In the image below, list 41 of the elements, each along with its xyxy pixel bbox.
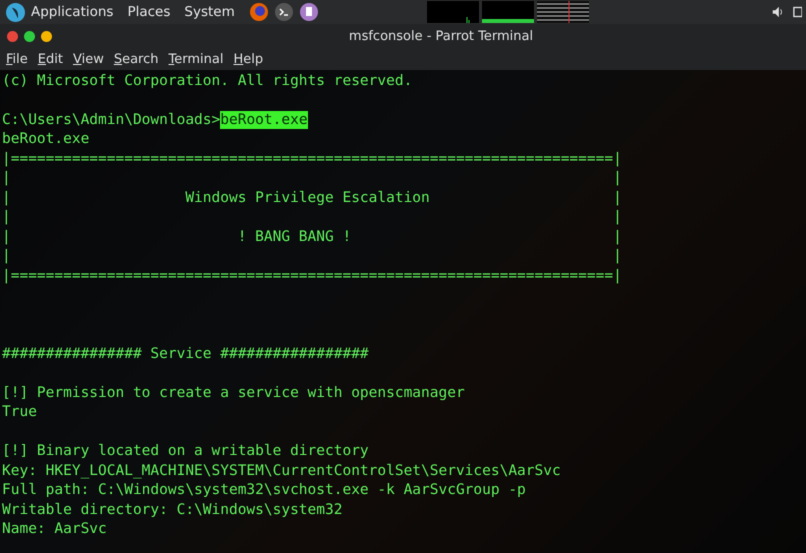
panel-menu[interactable]: System: [184, 4, 235, 20]
terminal-text: (c) Microsoft Corporation. All rights reserved.: [2, 72, 412, 90]
terminal-text: | |: [2, 208, 622, 226]
menu-item[interactable]: File: [6, 52, 28, 66]
browser-icon[interactable]: [248, 2, 269, 22]
menu-item[interactable]: Search: [114, 52, 159, 66]
menu-item[interactable]: Terminal: [168, 52, 224, 66]
text-editor-icon[interactable]: [298, 2, 319, 22]
window-control-button[interactable]: [7, 30, 18, 42]
terminal-icon[interactable]: [274, 2, 294, 22]
terminal-text: [!] Binary located on a writable directory: [2, 442, 369, 460]
parrot-logo-icon[interactable]: [6, 2, 25, 22]
terminal-text: |=====================================================================|: [2, 266, 622, 285]
terminal-text: Key: HKEY_LOCAL_MACHINE\SYSTEM\CurrentControlSet\Services\AarSvc: [2, 462, 561, 480]
menu-item[interactable]: Help: [233, 52, 264, 66]
terminal-text: |=====================================================================|: [2, 150, 622, 168]
volume-icon[interactable]: [771, 5, 785, 19]
window-control-button[interactable]: [24, 30, 35, 42]
highlighted-command: beRoot.exe: [220, 110, 308, 129]
terminal-text: Writable directory: C:\Windows\system32: [2, 500, 342, 519]
terminal-text: | |: [2, 169, 622, 188]
terminal-text: | |: [2, 247, 622, 266]
memory-graph: [482, 1, 534, 23]
terminal-text: ################ Service #################: [2, 344, 369, 363]
window-icon[interactable]: [793, 5, 802, 19]
panel-menu[interactable]: Applications: [31, 4, 114, 20]
terminal-text: Name: AarSvc: [2, 520, 107, 538]
menu-item[interactable]: Edit: [38, 52, 63, 66]
window-title: msfconsole - Parrot Terminal: [348, 28, 534, 44]
window-control-button[interactable]: [41, 30, 52, 42]
terminal-text: beRoot.exe: [2, 130, 90, 148]
command-prompt: C:\Users\Admin\Downloads>: [2, 110, 220, 129]
cpu-graph: [426, 1, 479, 23]
terminal-text: [!] Permission to create a service with openscmanager: [2, 384, 465, 402]
terminal-text: | Windows Privilege Escalation |: [2, 188, 622, 207]
terminal-text: Full path: C:\Windows\system32\svchost.exe -k AarSvcGroup -p: [2, 481, 526, 500]
network-graph: [536, 1, 589, 23]
terminal-text: True: [2, 403, 37, 422]
menu-item[interactable]: View: [72, 52, 104, 66]
terminal-text: | ! BANG BANG ! |: [2, 228, 622, 246]
panel-menu[interactable]: Places: [127, 4, 170, 20]
